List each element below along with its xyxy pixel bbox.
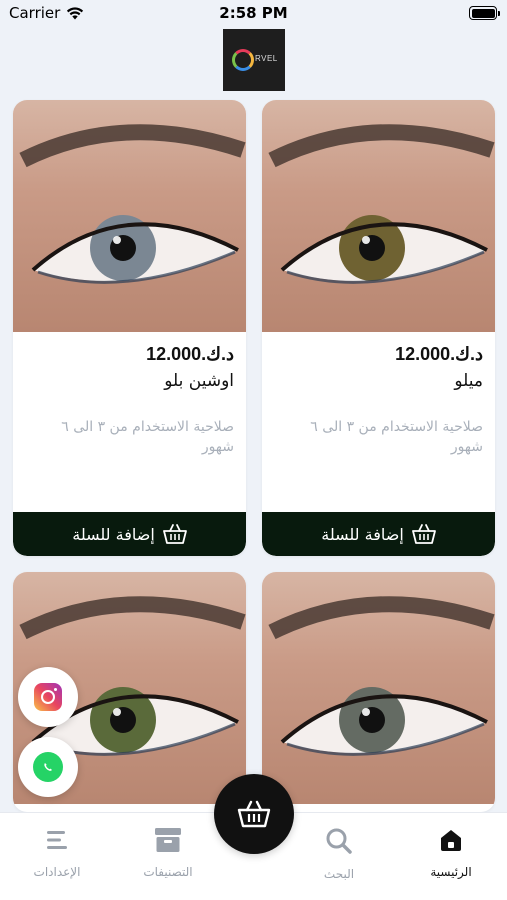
instagram-button[interactable] [18,667,78,727]
tab-settings-label: الإعدادات [33,865,81,879]
product-info: د.ك.12.000 اوشين بلو صلاحية الاستخدام من… [13,332,246,457]
product-description: صلاحية الاستخدام من ٣ الى ٦ شهور [310,419,483,455]
whatsapp-icon [33,752,63,782]
tab-categories-label: التصنيفات [143,865,193,879]
brand-logo[interactable]: RVEL [223,29,285,91]
add-to-cart-button[interactable]: إضافة للسلة [13,512,246,556]
product-description: صلاحية الاستخدام من ٣ الى ٦ شهور [61,419,234,455]
search-icon [326,828,352,854]
tab-home-label: الرئيسية [430,865,472,879]
tab-search-label: البحث [323,867,355,881]
whatsapp-button[interactable] [18,737,78,797]
home-icon [441,830,461,851]
battery-icon [469,6,500,20]
add-to-cart-label: إضافة للسلة [321,524,404,544]
product-card[interactable] [262,572,495,812]
status-bar: Carrier 2:58 PM [0,0,507,28]
basket-icon [162,524,187,544]
clock: 2:58 PM [219,4,288,22]
logo-ring-icon [232,49,254,71]
product-card[interactable]: د.ك.12.000 ميلو صلاحية الاستخدام من ٣ ال… [262,100,495,556]
product-image[interactable] [13,100,246,332]
product-info: د.ك.12.000 ميلو صلاحية الاستخدام من ٣ ال… [262,332,495,457]
settings-menu-icon [47,831,67,849]
product-card[interactable]: د.ك.12.000 اوشين بلو صلاحية الاستخدام من… [13,100,246,556]
tab-search[interactable]: البحث [289,827,389,881]
categories-icon [155,828,181,852]
product-price: د.ك.12.000 [146,344,234,364]
logo-text: RVEL [255,54,278,63]
basket-icon [237,800,271,828]
tab-home[interactable]: الرئيسية [401,827,501,879]
basket-icon [411,524,436,544]
product-name: اوشين بلو [164,371,234,391]
add-to-cart-label: إضافة للسلة [72,524,155,544]
product-name: ميلو [454,371,483,391]
product-image[interactable] [262,572,495,804]
add-to-cart-button[interactable]: إضافة للسلة [262,512,495,556]
instagram-icon [34,683,62,711]
product-image[interactable] [262,100,495,332]
tab-categories[interactable]: التصنيفات [118,827,218,879]
cart-button[interactable] [214,774,294,854]
tab-settings[interactable]: الإعدادات [7,827,107,879]
product-price: د.ك.12.000 [395,344,483,364]
